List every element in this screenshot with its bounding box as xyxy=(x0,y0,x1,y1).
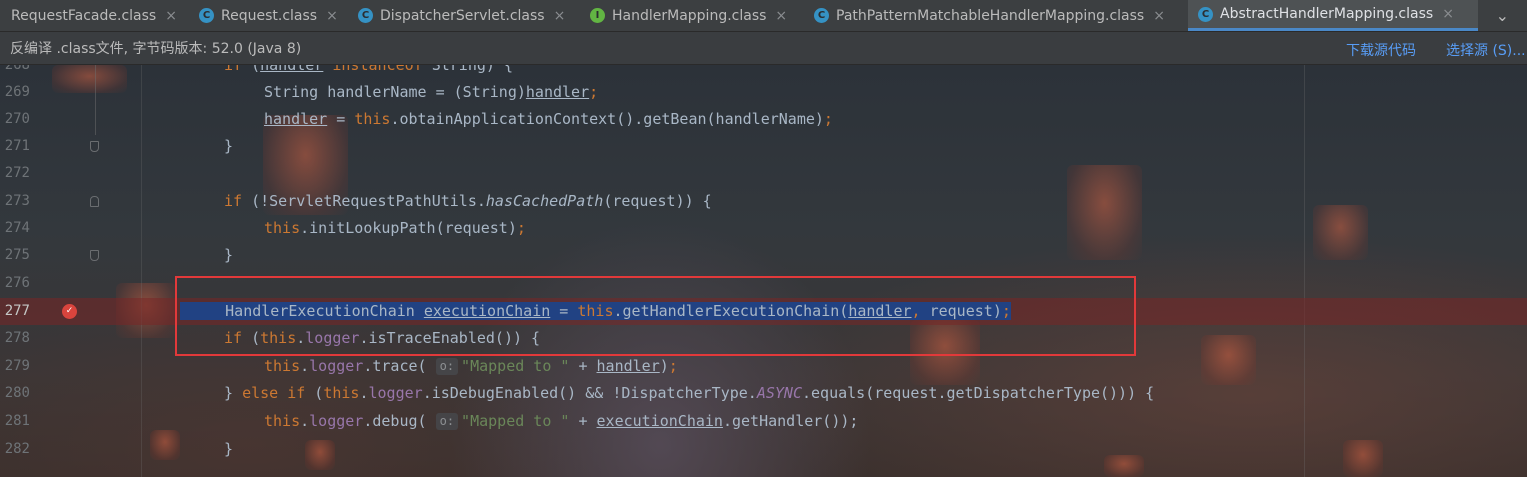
tab-label: AbstractHandlerMapping.class xyxy=(1220,6,1434,22)
line-number: 282 xyxy=(4,441,30,457)
tab-path-pattern-matchable[interactable]: C PathPatternMatchableHandlerMapping.cla… xyxy=(801,0,1188,31)
close-icon[interactable]: × xyxy=(326,8,338,24)
code-line: 279 this.logger.trace( o: "Mapped to " + … xyxy=(0,353,1527,380)
code-text: if (!ServletRequestPathUtils.hasCachedPa… xyxy=(224,192,712,210)
code-line: 272 xyxy=(0,160,1527,187)
line-number: 277 xyxy=(4,303,30,319)
class-icon: C xyxy=(814,8,829,23)
close-icon[interactable]: × xyxy=(165,8,177,24)
line-number: 272 xyxy=(4,165,30,181)
tab-label: DispatcherServlet.class xyxy=(380,7,545,24)
line-number: 281 xyxy=(4,413,30,429)
code-text: } else if (this.logger.isDebugEnabled() … xyxy=(224,384,1155,402)
code-line: 280 } else if (this.logger.isDebugEnable… xyxy=(0,380,1527,407)
chevron-down-icon[interactable]: ⌄ xyxy=(1496,0,1509,31)
parameter-hint: o: xyxy=(435,358,459,375)
code-line: 282 } xyxy=(0,436,1527,463)
close-icon[interactable]: × xyxy=(1153,8,1165,24)
tab-abstract-handler-mapping[interactable]: C AbstractHandlerMapping.class × xyxy=(1188,0,1478,31)
close-icon[interactable]: × xyxy=(775,8,787,24)
download-source-link[interactable]: 下载源代码 xyxy=(1346,40,1416,60)
close-icon[interactable]: × xyxy=(1442,6,1454,22)
parameter-hint: o: xyxy=(435,413,459,430)
interface-icon: I xyxy=(590,8,605,23)
class-icon: C xyxy=(199,8,214,23)
code-line: 275 } xyxy=(0,242,1527,269)
code-line: 268 if (handler instanceof String) { xyxy=(0,65,1527,79)
line-number: 274 xyxy=(4,220,30,236)
code-text: if (handler instanceof String) { xyxy=(224,65,513,74)
editor-tab-bar: RequestFacade.class × C Request.class × … xyxy=(0,0,1527,32)
tab-request-facade[interactable]: RequestFacade.class × xyxy=(0,0,188,31)
line-number: 273 xyxy=(4,193,30,209)
decompiled-notice-text: 反编译 .class文件, 字节码版本: 52.0 (Java 8) xyxy=(10,41,302,57)
code-text: } xyxy=(224,440,234,458)
tab-label: HandlerMapping.class xyxy=(612,7,767,24)
fold-marker-icon[interactable] xyxy=(90,250,99,261)
breakpoint-icon[interactable]: ✓ xyxy=(62,304,77,319)
code-line: 271 } xyxy=(0,133,1527,160)
code-text: this.initLookupPath(request); xyxy=(264,219,526,237)
choose-source-link[interactable]: 选择源 (S)... xyxy=(1446,40,1526,60)
line-number: 279 xyxy=(4,358,30,374)
class-icon: C xyxy=(1198,6,1213,22)
line-number: 276 xyxy=(4,275,30,291)
ide-window: RequestFacade.class × C Request.class × … xyxy=(0,0,1527,477)
tab-request[interactable]: C Request.class × xyxy=(188,0,346,31)
code-text: this.logger.trace( o: "Mapped to " + hand… xyxy=(264,357,678,375)
fold-marker-icon[interactable] xyxy=(90,196,99,207)
highlight-annotation-box xyxy=(175,276,1136,356)
line-number: 271 xyxy=(4,138,30,154)
code-text: } xyxy=(224,137,234,155)
line-number: 268 xyxy=(4,65,30,73)
tab-label: PathPatternMatchableHandlerMapping.class xyxy=(836,7,1145,24)
code-text: this.logger.debug( o: "Mapped to " + exec… xyxy=(264,412,859,430)
fold-marker-icon[interactable] xyxy=(90,141,99,152)
close-icon[interactable]: × xyxy=(554,8,566,24)
line-number: 278 xyxy=(4,330,30,346)
class-icon: C xyxy=(358,8,373,23)
tab-dispatcher-servlet[interactable]: C DispatcherServlet.class × xyxy=(346,0,579,31)
tab-handler-mapping[interactable]: I HandlerMapping.class × xyxy=(579,0,801,31)
code-text: String handlerName = (String)handler; xyxy=(264,83,599,101)
line-number: 275 xyxy=(4,247,30,263)
code-line: 274 this.initLookupPath(request); xyxy=(0,215,1527,242)
code-editor[interactable]: 268 if (handler instanceof String) { 269… xyxy=(0,65,1527,477)
line-number: 280 xyxy=(4,385,30,401)
tab-label: RequestFacade.class xyxy=(11,7,157,24)
line-number: 269 xyxy=(4,84,30,100)
code-line: 273 if (!ServletRequestPathUtils.hasCach… xyxy=(0,188,1527,215)
code-text: } xyxy=(224,246,234,264)
code-line: 270 handler = this.obtainApplicationCont… xyxy=(0,106,1527,133)
code-text: handler = this.obtainApplicationContext(… xyxy=(264,110,833,128)
tab-label: Request.class xyxy=(221,7,318,24)
code-line: 269 String handlerName = (String)handler… xyxy=(0,79,1527,106)
line-number: 270 xyxy=(4,111,30,127)
code-line: 281 this.logger.debug( o: "Mapped to " + … xyxy=(0,408,1527,435)
decompiled-notice-banner: 反编译 .class文件, 字节码版本: 52.0 (Java 8) 下载源代码… xyxy=(0,32,1527,65)
